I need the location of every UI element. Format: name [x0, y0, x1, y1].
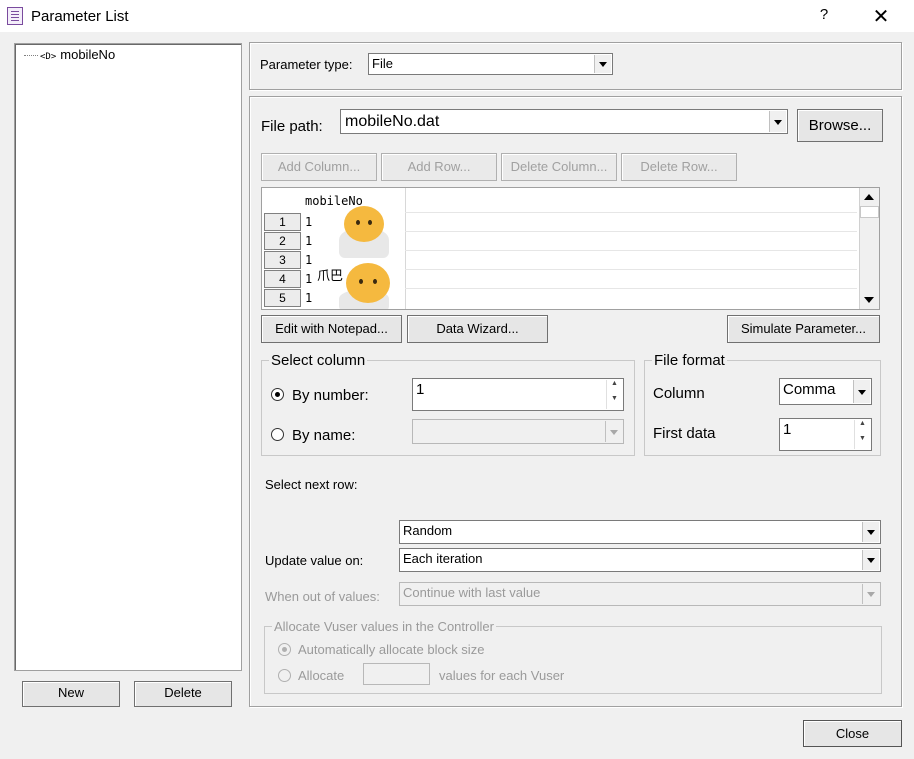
block-size-input[interactable] [363, 663, 430, 685]
parameter-list-app-icon [7, 7, 23, 25]
select-next-row-label: Select next row: [265, 477, 358, 492]
table-cell[interactable]: 1 [305, 291, 312, 305]
column-header[interactable]: mobileNo [305, 194, 363, 208]
auto-allocate-radio[interactable] [278, 643, 291, 656]
column-format-select[interactable]: Comma [779, 378, 872, 405]
file-format-title: File format [652, 352, 727, 369]
delete-button[interactable]: Delete [134, 681, 232, 707]
emoji-sticker-icon [346, 263, 390, 303]
grid-line [405, 288, 857, 289]
browse-button[interactable]: Browse... [797, 109, 883, 142]
row-header[interactable]: 5 [264, 289, 301, 307]
edit-with-notepad-button[interactable]: Edit with Notepad... [261, 315, 402, 343]
auto-allocate-label[interactable]: Automatically allocate block size [298, 642, 484, 657]
values-per-vuser-label: values for each Vuser [439, 668, 565, 683]
emoji-sticker-icon [344, 206, 384, 242]
chevron-down-icon[interactable] [605, 421, 622, 442]
help-button[interactable]: ? [812, 6, 836, 26]
file-path-label: File path: [261, 118, 323, 135]
select-next-row-value: Random [403, 523, 453, 538]
first-data-value: 1 [783, 421, 792, 438]
manual-allocate-radio[interactable] [278, 669, 291, 682]
by-name-label[interactable]: By name: [292, 427, 355, 444]
number-spinner[interactable]: ▲ ▼ [606, 380, 622, 409]
add-column-button[interactable]: Add Column... [261, 153, 377, 181]
delete-row-button[interactable]: Delete Row... [621, 153, 737, 181]
table-cell[interactable]: 1 [305, 253, 312, 267]
data-param-icon: <D> [40, 52, 57, 62]
manual-allocate-label[interactable]: Allocate [298, 668, 344, 683]
table-cell[interactable]: 1 [305, 215, 312, 229]
grid-line [405, 269, 857, 270]
by-name-radio[interactable] [271, 428, 284, 441]
by-number-label[interactable]: By number: [292, 387, 369, 404]
parameter-type-label: Parameter type: [260, 57, 353, 72]
parameter-data-grid[interactable]: mobileNo 1 2 3 4 5 1 1 1 1 1 爪巴 [261, 187, 880, 310]
by-number-input[interactable]: 1 ▲ ▼ [412, 378, 624, 411]
tree-connector [24, 55, 38, 57]
new-button[interactable]: New [22, 681, 120, 707]
by-number-value: 1 [416, 381, 425, 398]
add-row-button[interactable]: Add Row... [381, 153, 497, 181]
sticker-caption: 爪巴 [317, 269, 344, 284]
scroll-up-icon[interactable] [864, 194, 874, 200]
first-data-spinner[interactable]: ▲ ▼ [854, 420, 870, 449]
grid-line [405, 212, 857, 213]
update-value-value: Each iteration [403, 551, 483, 566]
out-of-values-label: When out of values: [265, 589, 380, 604]
scroll-thumb[interactable] [860, 206, 879, 218]
file-path-value: mobileNo.dat [345, 113, 440, 130]
row-header[interactable]: 2 [264, 232, 301, 250]
parameter-type-select[interactable]: File [368, 53, 613, 75]
allocate-group [264, 626, 882, 694]
chevron-down-icon[interactable] [862, 522, 879, 542]
simulate-parameter-button[interactable]: Simulate Parameter... [727, 315, 880, 343]
tree-item-mobileno[interactable]: <D> mobileNo [24, 47, 115, 63]
delete-column-button[interactable]: Delete Column... [501, 153, 617, 181]
close-button[interactable]: Close [803, 720, 902, 747]
chevron-down-icon[interactable] [862, 550, 879, 570]
grid-vertical-scrollbar[interactable] [859, 188, 879, 309]
scroll-down-icon[interactable] [864, 297, 874, 303]
column-format-value: Comma [783, 381, 836, 398]
title-bar [0, 0, 914, 32]
by-number-radio[interactable] [271, 388, 284, 401]
column-label: Column [653, 385, 705, 402]
row-header[interactable]: 4 [264, 270, 301, 288]
parameter-tree[interactable] [14, 43, 242, 671]
spin-up-icon[interactable]: ▲ [855, 420, 870, 435]
select-next-row-select[interactable]: Random [399, 520, 881, 544]
table-cell[interactable]: 1 [305, 272, 312, 286]
allocate-title: Allocate Vuser values in the Controller [272, 619, 496, 634]
chevron-down-icon[interactable] [862, 584, 879, 604]
update-value-select[interactable]: Each iteration [399, 548, 881, 572]
out-of-values-value: Continue with last value [403, 585, 541, 600]
spin-down-icon[interactable]: ▼ [855, 435, 870, 450]
out-of-values-select[interactable]: Continue with last value [399, 582, 881, 606]
first-data-label: First data [653, 425, 716, 442]
row-header[interactable]: 1 [264, 213, 301, 231]
row-header[interactable]: 3 [264, 251, 301, 269]
chevron-down-icon[interactable] [594, 55, 611, 73]
first-data-input[interactable]: 1 ▲ ▼ [779, 418, 872, 451]
select-column-title: Select column [269, 352, 368, 369]
file-path-combo[interactable]: mobileNo.dat [340, 109, 788, 134]
update-value-label: Update value on: [265, 553, 364, 568]
close-window-icon[interactable]: ✕ [868, 4, 894, 28]
column-divider [405, 188, 406, 309]
grid-line [405, 231, 857, 232]
grid-line [405, 250, 857, 251]
by-name-select[interactable] [412, 419, 624, 444]
table-cell[interactable]: 1 [305, 234, 312, 248]
spin-down-icon[interactable]: ▼ [607, 395, 622, 410]
spin-up-icon[interactable]: ▲ [607, 380, 622, 395]
chevron-down-icon[interactable] [853, 380, 870, 403]
parameter-type-value: File [372, 56, 393, 71]
data-wizard-button[interactable]: Data Wizard... [407, 315, 548, 343]
tree-item-label: mobileNo [60, 47, 116, 62]
chevron-down-icon[interactable] [769, 111, 786, 132]
window-title: Parameter List [31, 8, 129, 25]
